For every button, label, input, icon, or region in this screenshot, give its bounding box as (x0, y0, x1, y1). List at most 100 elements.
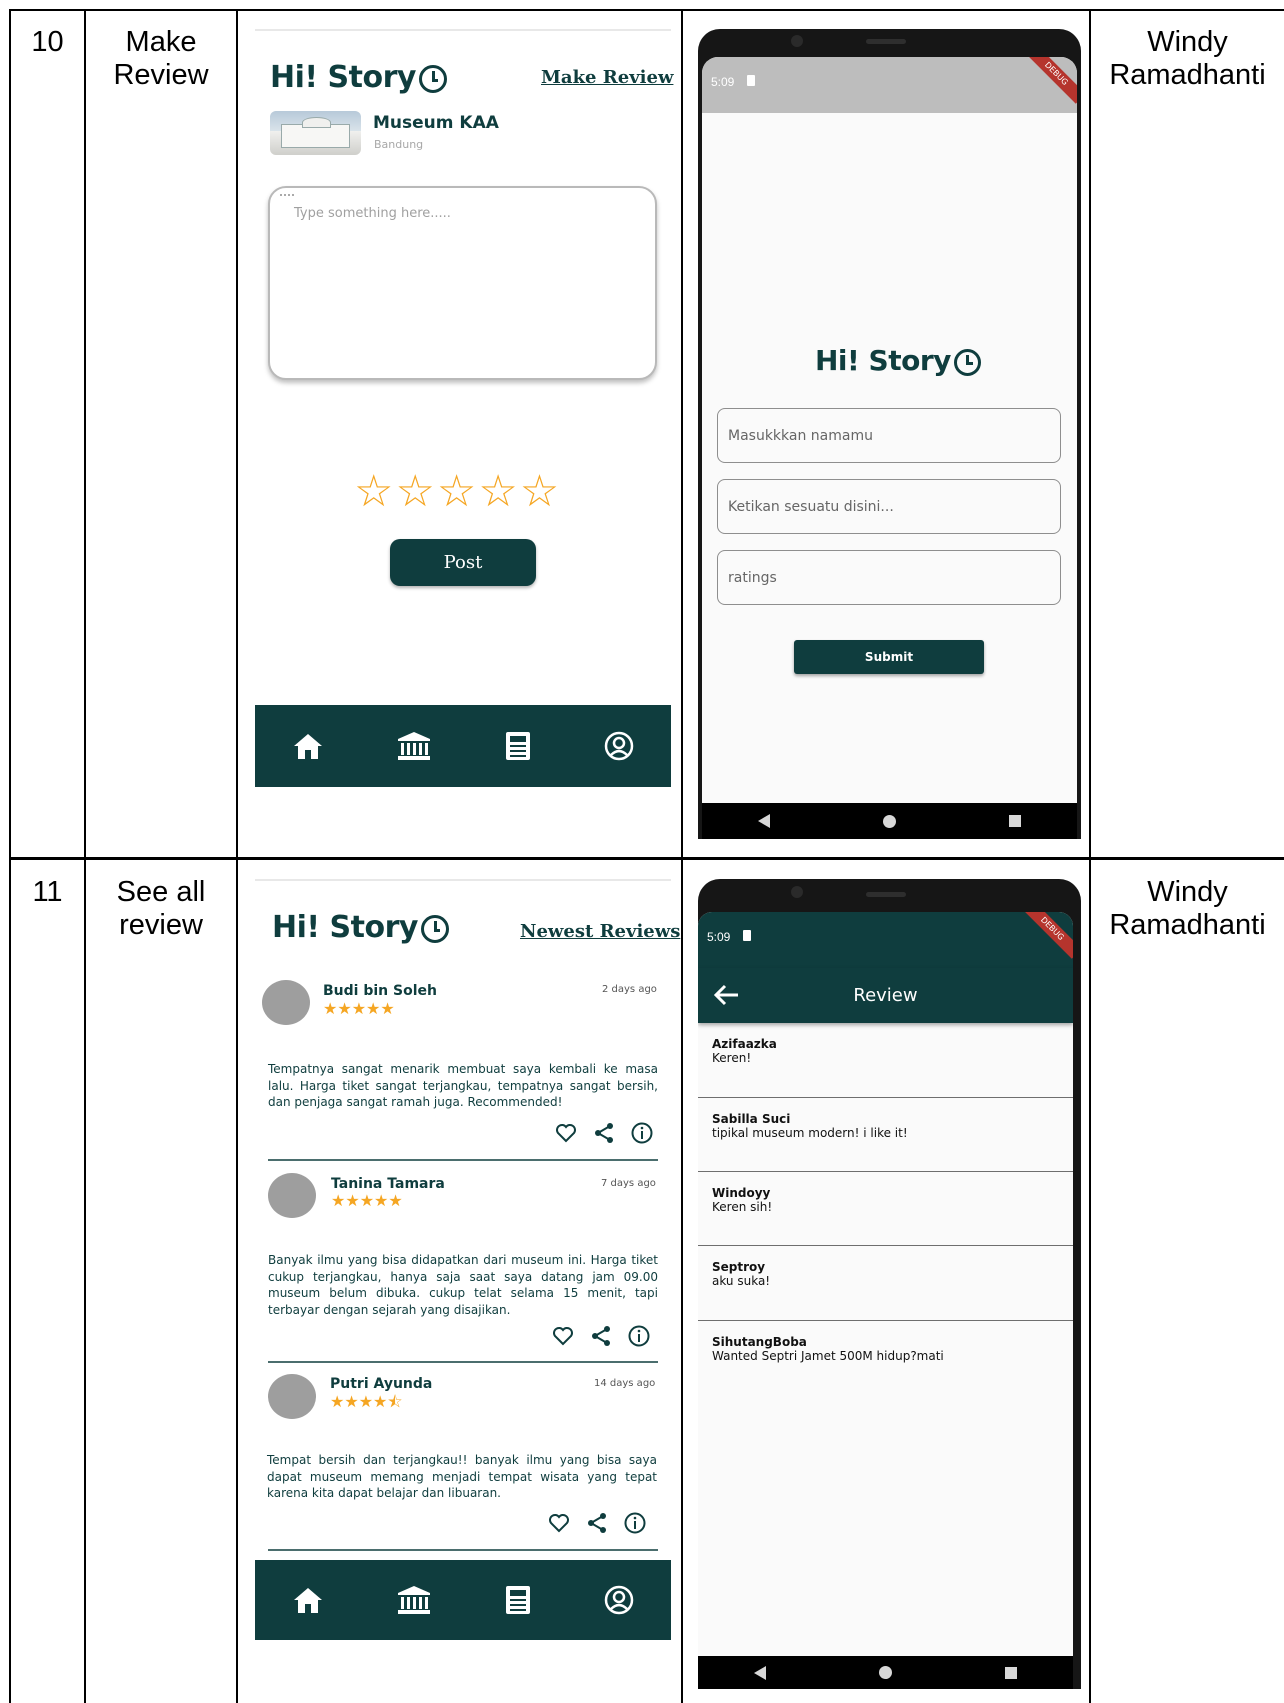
home-circle-icon[interactable] (878, 1666, 892, 1679)
heart-icon[interactable] (548, 1513, 570, 1538)
top-rule (255, 29, 671, 31)
museum-icon[interactable] (397, 1585, 431, 1615)
reviewer-name: Tanina Tamara (331, 1176, 445, 1192)
profile-icon[interactable] (604, 1585, 634, 1615)
logo-text: Hi! Story (272, 910, 418, 945)
table-col-divider (236, 9, 238, 1703)
app-bar: Review (698, 968, 1073, 1023)
textarea-placeholder: Type something here..... (294, 206, 451, 221)
bottom-nav (255, 1560, 671, 1640)
review-text: Tempatnya sangat menarik membuat saya ke… (268, 1062, 658, 1109)
news-icon[interactable] (505, 731, 531, 761)
share-icon[interactable] (590, 1325, 612, 1352)
review-date: 14 days ago (594, 1378, 656, 1389)
table-col-divider (681, 9, 683, 1703)
avatar (268, 1374, 316, 1419)
info-icon[interactable] (624, 1512, 646, 1539)
app-bar-title: Review (853, 985, 918, 1006)
list-item-text: Keren sih! (712, 1200, 773, 1214)
phone-speaker (866, 39, 906, 44)
table-border-left (9, 9, 11, 1703)
review-divider (268, 1361, 658, 1363)
list-item-text: Keren! (712, 1051, 752, 1065)
phone-speaker (866, 892, 906, 897)
back-icon[interactable] (754, 1665, 767, 1680)
name-input[interactable]: Masukkkan namamu (717, 408, 1061, 463)
review-text: Tempat bersih dan terjangkau!! banyak il… (267, 1453, 657, 1500)
row-number: 11 (32, 876, 63, 908)
feature-name-line2: review (119, 909, 203, 941)
sd-card-icon (747, 75, 755, 86)
heart-icon[interactable] (555, 1123, 577, 1148)
news-icon[interactable] (505, 1585, 531, 1615)
review-date: 7 days ago (601, 1178, 656, 1189)
make-review-link[interactable]: Make Review (541, 67, 673, 88)
recents-icon[interactable] (1008, 815, 1021, 827)
logo-text: Hi! Story (815, 344, 951, 377)
list-item-name: Windoyy (712, 1186, 771, 1200)
debug-banner: DEBUG (1026, 57, 1077, 104)
app-logo: Hi! Story (815, 344, 981, 377)
post-button[interactable]: Post (390, 539, 536, 586)
avatar (268, 1173, 316, 1218)
share-icon[interactable] (593, 1122, 615, 1149)
feature-name-line1: See all (116, 876, 206, 908)
ratings-input[interactable]: ratings (717, 550, 1061, 605)
back-icon[interactable] (758, 814, 771, 828)
review-actions (548, 1512, 646, 1539)
museum-name: Museum KAA (373, 113, 499, 133)
list-item-text: aku suka! (712, 1274, 771, 1288)
review-divider (268, 1159, 658, 1161)
feature-name: Make Review (86, 26, 236, 92)
submit-button[interactable]: Submit (794, 640, 984, 674)
list-item-text: Wanted Septri Jamet 500M hidup?mati (712, 1349, 944, 1363)
author-name: Windy Ramadhanti (1091, 26, 1284, 92)
list-item[interactable]: Sabilla Suci tipikal museum modern! i li… (698, 1098, 1073, 1172)
status-bar: 5:09 DEBUG (698, 912, 1073, 968)
comment-placeholder: Ketikan sesuatu disini... (728, 498, 894, 515)
table-col-divider (84, 9, 86, 1703)
list-item-name: Septroy (712, 1260, 766, 1274)
feature-name: See all review (86, 876, 236, 942)
star-rating: ★★★★★ (323, 1001, 395, 1018)
system-nav-bar (702, 803, 1077, 839)
logo-text: Hi! Story (270, 60, 416, 95)
app-logo: Hi! Story (270, 60, 447, 95)
home-circle-icon[interactable] (882, 814, 896, 828)
front-camera (791, 886, 803, 898)
star-rating: ★★★★⯪ (330, 1394, 403, 1411)
info-icon[interactable] (631, 1122, 653, 1149)
ratings-placeholder: ratings (728, 569, 777, 586)
heart-icon[interactable] (552, 1326, 574, 1351)
recents-icon[interactable] (1004, 1666, 1017, 1679)
bottom-nav (255, 705, 671, 787)
profile-icon[interactable] (604, 731, 634, 761)
share-icon[interactable] (586, 1512, 608, 1539)
clock-icon (418, 64, 447, 93)
home-icon[interactable] (292, 1586, 324, 1614)
front-camera (791, 35, 803, 47)
author-name-line2: Ramadhanti (1109, 59, 1266, 91)
phone-frame: 5:09 DEBUG Hi! Story Masukkkan namamu Ke… (698, 29, 1081, 839)
museum-icon[interactable] (397, 731, 431, 761)
author-name: Windy Ramadhanti (1091, 876, 1284, 942)
home-icon[interactable] (292, 732, 324, 760)
reviewer-name: Putri Ayunda (330, 1376, 433, 1392)
list-item[interactable]: SihutangBoba Wanted Septri Jamet 500M hi… (698, 1321, 1073, 1391)
rating-stars[interactable]: ☆☆☆☆☆ (354, 466, 561, 517)
list-item[interactable]: Azifaazka Keren! (698, 1023, 1073, 1098)
clock-icon (420, 914, 449, 943)
museum-thumbnail (270, 111, 361, 155)
museum-city: Bandung (374, 138, 424, 151)
review-actions (555, 1122, 653, 1149)
list-item-text: tipikal museum modern! i like it! (712, 1126, 908, 1140)
list-item-name: Azifaazka (712, 1037, 777, 1051)
info-icon[interactable] (628, 1325, 650, 1352)
list-item[interactable]: Septroy aku suka! (698, 1246, 1073, 1321)
system-nav-bar (698, 1656, 1073, 1689)
comment-input[interactable]: Ketikan sesuatu disini... (717, 479, 1061, 534)
status-bar: 5:09 DEBUG (702, 57, 1077, 113)
list-item[interactable]: Windoyy Keren sih! (698, 1172, 1073, 1246)
review-textarea[interactable]: Type something here..... (268, 186, 657, 380)
newest-reviews-link[interactable]: Newest Reviews (520, 921, 680, 942)
